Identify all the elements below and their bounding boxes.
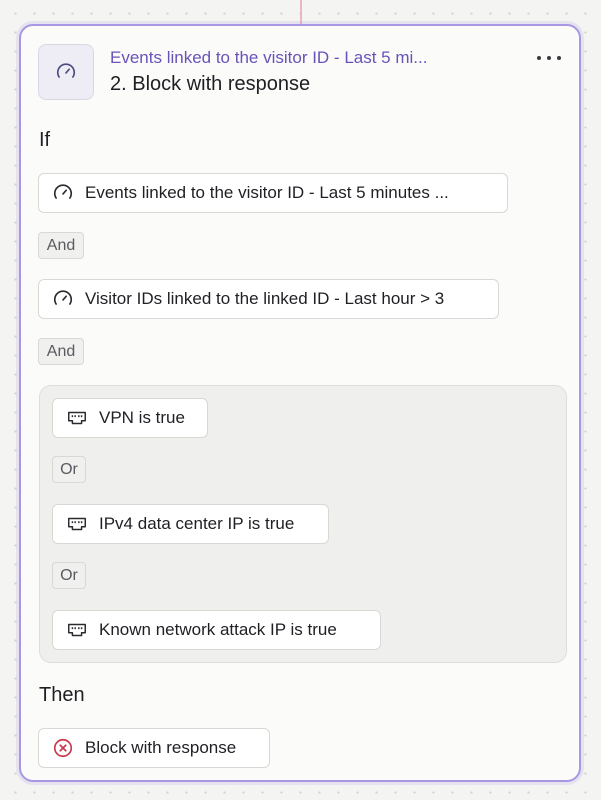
- network-port-icon: [65, 406, 89, 430]
- and-operator: And: [38, 232, 84, 259]
- condition-label: VPN is true: [99, 408, 185, 427]
- action-label: Block with response: [85, 738, 237, 757]
- rule-card[interactable]: Events linked to the visitor ID - Last 5…: [19, 24, 581, 782]
- if-label: If: [39, 129, 51, 151]
- x-circle-icon: [51, 736, 75, 760]
- condition-events-linked[interactable]: Events linked to the visitor ID - Last 5…: [38, 173, 508, 213]
- gauge-icon: [38, 44, 94, 100]
- condition-known-attack-ip[interactable]: Known network attack IP is true: [52, 610, 381, 650]
- and-operator: And: [38, 338, 84, 365]
- then-label: Then: [39, 684, 85, 706]
- condition-vpn[interactable]: VPN is true: [52, 398, 208, 438]
- condition-label: IPv4 data center IP is true: [99, 514, 295, 533]
- network-port-icon: [65, 512, 89, 536]
- condition-visitor-ids-linked[interactable]: Visitor IDs linked to the linked ID - La…: [38, 279, 499, 319]
- action-block-with-response[interactable]: Block with response: [38, 728, 270, 768]
- or-operator: Or: [52, 456, 86, 483]
- or-operator: Or: [52, 562, 86, 589]
- condition-ipv4-datacenter[interactable]: IPv4 data center IP is true: [52, 504, 329, 544]
- network-port-icon: [65, 618, 89, 642]
- rule-subtitle: Events linked to the visitor ID - Last 5…: [110, 48, 428, 67]
- flow-connector: [300, 0, 302, 24]
- gauge-icon: [51, 287, 75, 311]
- rule-title: 2. Block with response: [110, 73, 311, 95]
- condition-label: Events linked to the visitor ID - Last 5…: [85, 183, 449, 202]
- gauge-icon: [51, 181, 75, 205]
- more-horizontal-icon[interactable]: [537, 50, 561, 66]
- condition-label: Visitor IDs linked to the linked ID - La…: [85, 289, 445, 308]
- condition-label: Known network attack IP is true: [99, 620, 337, 639]
- or-condition-group: VPN is true Or IPv4 data center IP is tr…: [39, 385, 567, 663]
